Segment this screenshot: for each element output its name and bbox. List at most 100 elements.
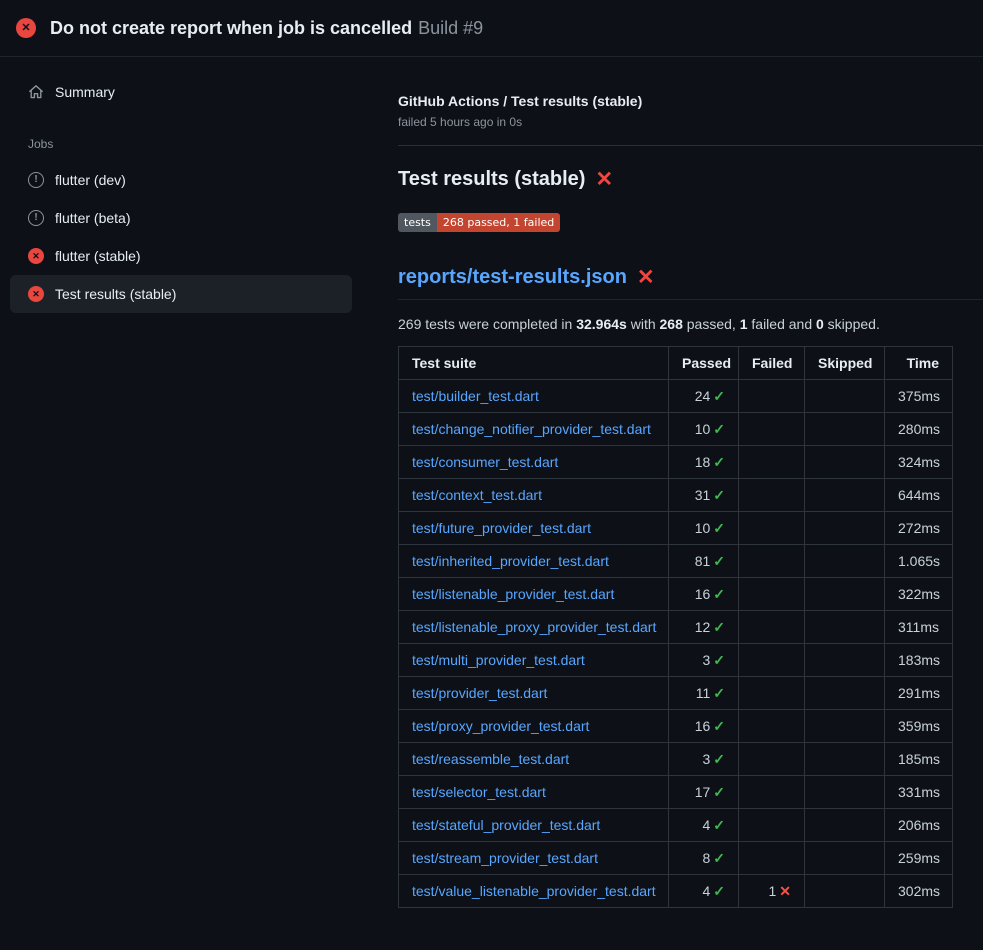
check-icon: ✓ — [713, 685, 725, 701]
table-row: test/stateful_provider_test.dart4✓206ms — [399, 809, 953, 842]
report-file-link[interactable]: reports/test-results.json — [398, 266, 627, 289]
time-value: 183ms — [898, 652, 940, 668]
table-row: test/selector_test.dart17✓331ms — [399, 776, 953, 809]
breadcrumb: GitHub Actions / Test results (stable) — [398, 93, 983, 109]
table-row: test/reassemble_test.dart 3✓ 185ms — [399, 743, 953, 776]
check-icon: ✓ — [713, 520, 725, 536]
sidebar-job-item[interactable]: ✕ flutter (stable) — [10, 237, 352, 275]
test-suite-link[interactable]: test/inherited_provider_test.dart — [412, 553, 609, 569]
warning-icon: ! — [28, 172, 44, 188]
table-row: test/context_test.dart31✓644ms — [399, 479, 953, 512]
summary-failed-count: 1 — [740, 316, 748, 332]
summary-part: failed and — [748, 316, 817, 332]
test-suite-link[interactable]: test/proxy_provider_test.dart — [412, 718, 589, 734]
column-header-passed: Passed — [669, 347, 739, 380]
failed-icon: ✕ — [637, 267, 655, 288]
passed-count: 3 — [702, 652, 710, 668]
table-row: test/stream_provider_test.dart 8✓ 259ms — [399, 842, 953, 875]
check-icon: ✓ — [713, 586, 725, 602]
table-row: test/proxy_provider_test.dart16✓359ms — [399, 710, 953, 743]
test-suite-link[interactable]: test/value_listenable_provider_test.dart — [412, 883, 656, 899]
time-value: 324ms — [898, 454, 940, 470]
test-suite-link[interactable]: test/future_provider_test.dart — [412, 520, 591, 536]
table-row: test/provider_test.dart 11✓ 291ms — [399, 677, 953, 710]
test-suite-link[interactable]: test/selector_test.dart — [412, 784, 546, 800]
summary-part: passed, — [683, 316, 740, 332]
check-icon: ✓ — [713, 619, 725, 635]
test-suite-link[interactable]: test/change_notifier_provider_test.dart — [412, 421, 651, 437]
sidebar-job-item[interactable]: ! flutter (beta) — [10, 199, 352, 237]
test-suite-link[interactable]: test/stateful_provider_test.dart — [412, 817, 600, 833]
passed-count: 11 — [696, 685, 711, 701]
passed-count: 16 — [695, 718, 711, 734]
table-row: test/builder_test.dart24✓375ms — [399, 380, 953, 413]
passed-count: 3 — [702, 751, 710, 767]
column-header-time: Time — [885, 347, 953, 380]
test-suite-link[interactable]: test/multi_provider_test.dart — [412, 652, 585, 668]
test-suite-link[interactable]: test/listenable_proxy_provider_test.dart — [412, 619, 656, 635]
test-suite-link[interactable]: test/consumer_test.dart — [412, 454, 558, 470]
failed-icon: ✕ — [28, 248, 44, 264]
summary-skipped-count: 0 — [816, 316, 824, 332]
sidebar-summary-label: Summary — [55, 84, 115, 100]
job-label: flutter (dev) — [55, 172, 126, 188]
check-icon: ✓ — [713, 421, 725, 437]
time-value: 322ms — [898, 586, 940, 602]
tests-badge: tests 268 passed, 1 failed — [398, 213, 560, 232]
time-value: 272ms — [898, 520, 940, 536]
time-value: 311ms — [898, 619, 939, 635]
summary-part: skipped. — [824, 316, 880, 332]
check-icon: ✓ — [713, 652, 725, 668]
time-value: 280ms — [898, 421, 940, 437]
passed-count: 10 — [695, 520, 711, 536]
time-value: 185ms — [898, 751, 940, 767]
build-number: Build #9 — [418, 18, 483, 38]
passed-count: 24 — [695, 388, 711, 404]
main-content: GitHub Actions / Test results (stable) f… — [366, 57, 983, 908]
table-row: test/listenable_proxy_provider_test.dart… — [399, 611, 953, 644]
table-row: test/listenable_provider_test.dart16✓322… — [399, 578, 953, 611]
time-value: 1.065s — [898, 553, 940, 569]
check-icon: ✓ — [713, 553, 725, 569]
test-suite-link[interactable]: test/builder_test.dart — [412, 388, 539, 404]
time-value: 291ms — [898, 685, 940, 701]
time-value: 302ms — [898, 883, 940, 899]
table-row: test/value_listenable_provider_test.dart… — [399, 875, 953, 908]
time-value: 259ms — [898, 850, 940, 866]
summary-part: with — [627, 316, 660, 332]
job-label: Test results (stable) — [55, 286, 176, 302]
time-value: 331ms — [898, 784, 940, 800]
passed-count: 10 — [695, 421, 711, 437]
jobs-section-label: Jobs — [28, 137, 352, 151]
test-suite-link[interactable]: test/provider_test.dart — [412, 685, 547, 701]
passed-count: 17 — [695, 784, 711, 800]
results-table-body: test/builder_test.dart 24 ✓ 375ms test/chang… — [399, 380, 953, 908]
check-icon: ✓ — [713, 817, 725, 833]
passed-count: 8 — [702, 850, 710, 866]
test-suite-link[interactable]: test/stream_provider_test.dart — [412, 850, 598, 866]
job-label: flutter (beta) — [55, 210, 130, 226]
home-icon — [28, 84, 44, 100]
test-suite-link[interactable]: test/reassemble_test.dart — [412, 751, 569, 767]
time-value: 375ms — [898, 388, 940, 404]
column-header-skipped: Skipped — [805, 347, 885, 380]
check-icon: ✓ — [713, 850, 725, 866]
sidebar-job-item[interactable]: ✕Test results (stable) — [10, 275, 352, 313]
test-suite-link[interactable]: test/listenable_provider_test.dart — [412, 586, 614, 602]
passed-count: 12 — [695, 619, 711, 635]
test-suite-link[interactable]: test/context_test.dart — [412, 487, 542, 503]
sidebar-item-summary[interactable]: Summary — [10, 73, 352, 111]
failed-status-icon: ✕ — [16, 18, 36, 38]
summary-passed-count: 268 — [660, 316, 683, 332]
job-label: flutter (stable) — [55, 248, 141, 264]
failed-count: 1 — [768, 883, 776, 899]
sidebar-job-item[interactable]: ! flutter (dev) — [10, 161, 352, 199]
check-icon: ✓ — [713, 751, 725, 767]
warning-icon: ! — [28, 210, 44, 226]
table-row: test/change_notifier_provider_test.dart 1… — [399, 413, 953, 446]
check-icon: ✓ — [713, 487, 725, 503]
passed-count: 81 — [695, 553, 711, 569]
badge-value: 268 passed, 1 failed — [437, 213, 560, 232]
badge-label: tests — [398, 213, 437, 232]
table-row: test/consumer_test.dart18✓324ms — [399, 446, 953, 479]
